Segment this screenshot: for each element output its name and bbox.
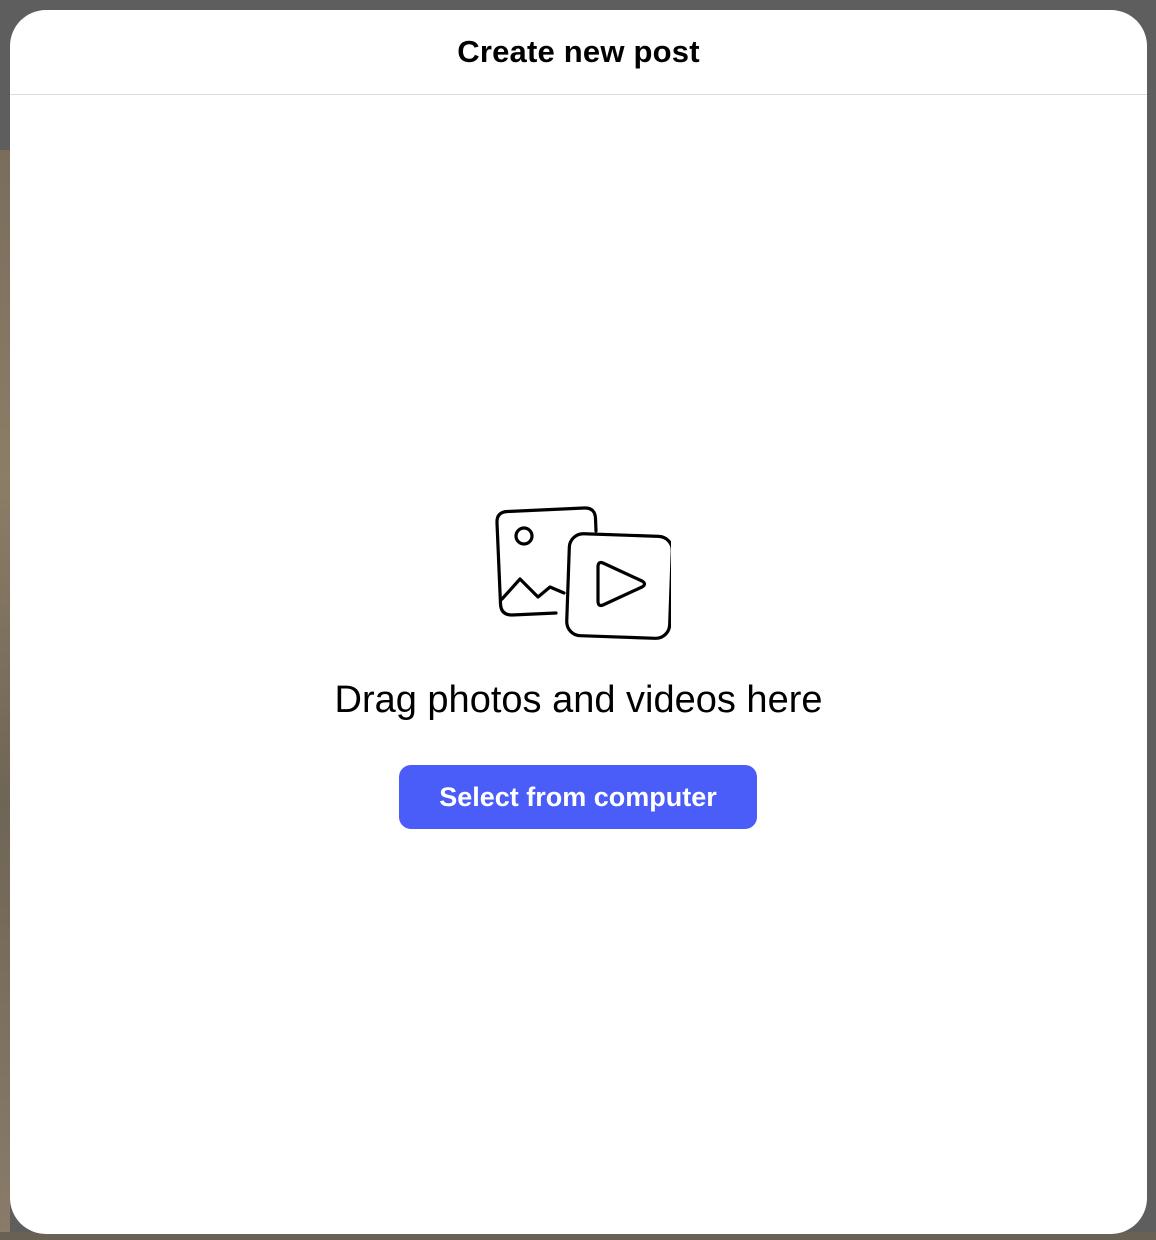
create-post-dialog: Create new post Drag photos and videos h… [10, 10, 1147, 1234]
dialog-header: Create new post [10, 10, 1147, 95]
drop-zone[interactable]: Drag photos and videos here Select from … [10, 95, 1147, 1234]
drop-instructions: Drag photos and videos here [334, 679, 823, 721]
select-from-computer-button[interactable]: Select from computer [399, 765, 757, 829]
photo-video-icon [495, 506, 671, 640]
background-feed-edge [0, 150, 10, 1240]
dialog-title: Create new post [457, 34, 700, 69]
